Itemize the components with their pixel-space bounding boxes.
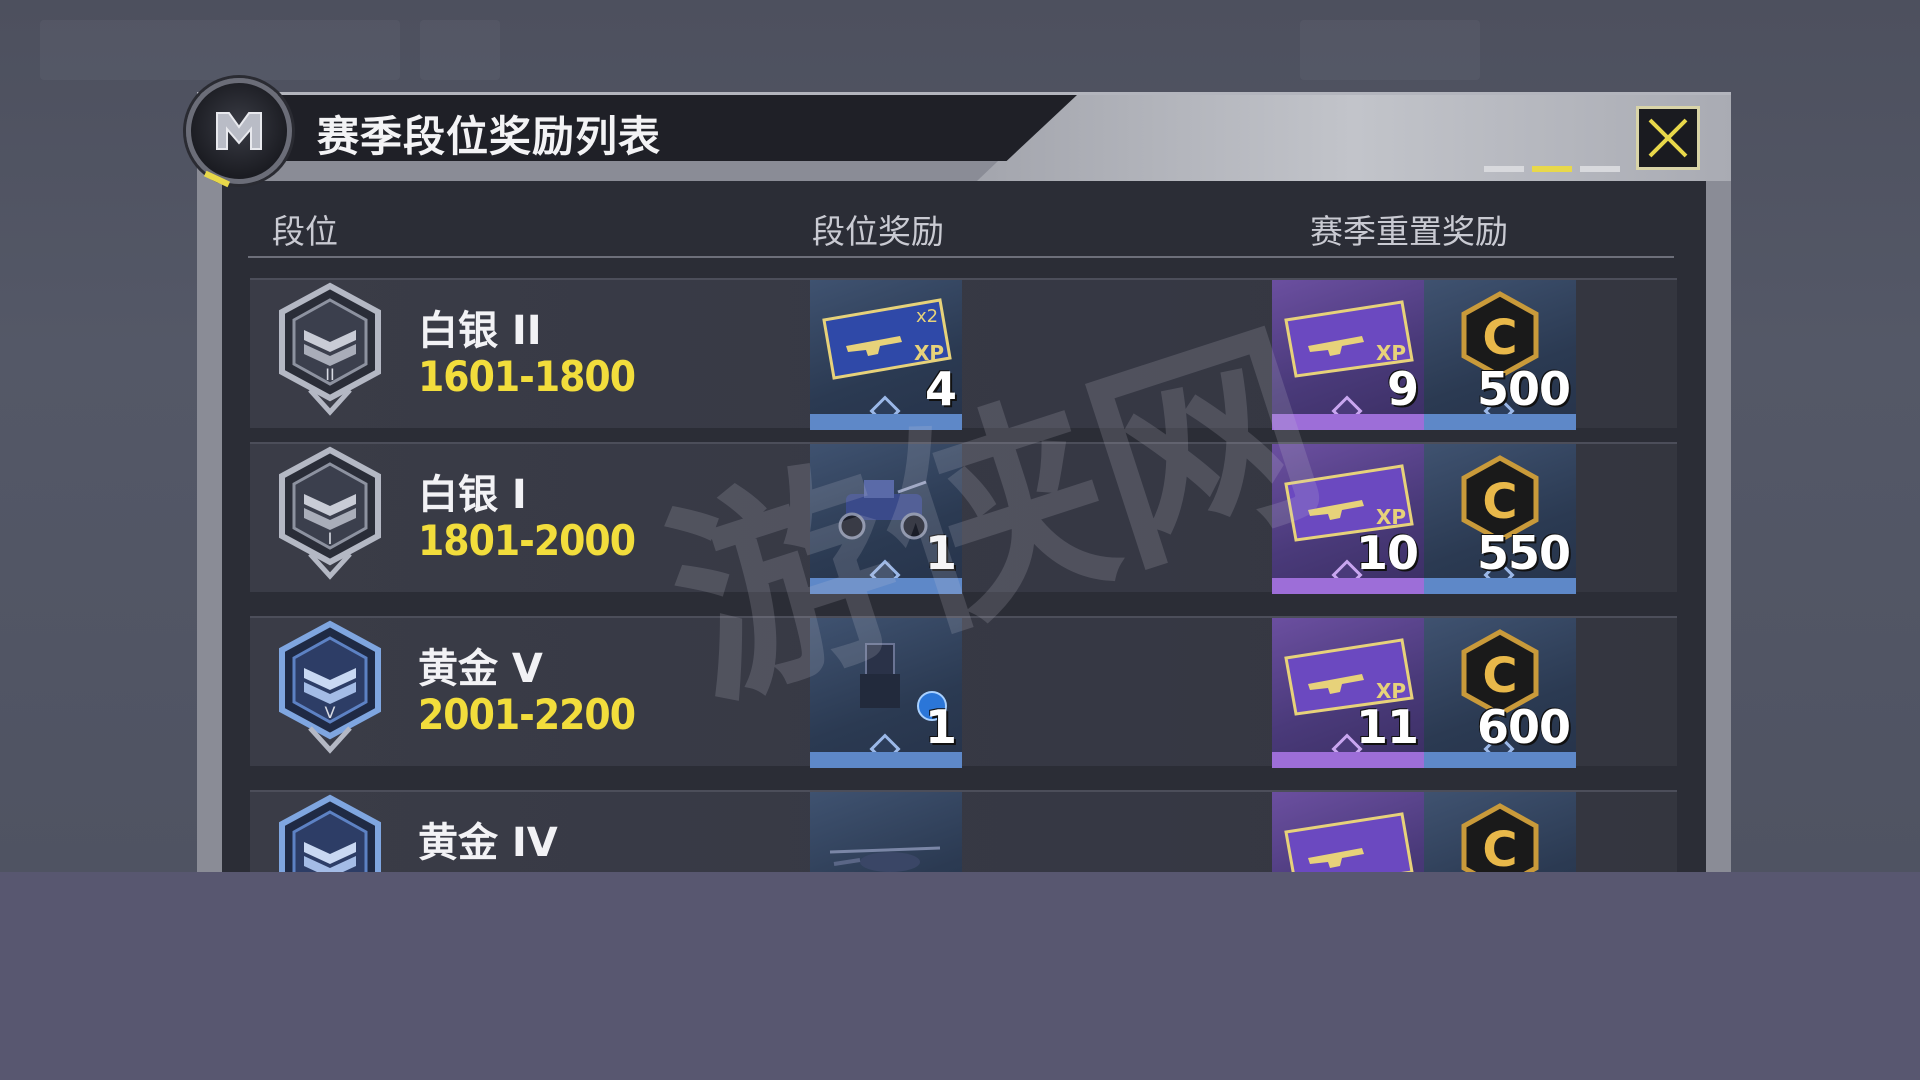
svg-text:x2: x2	[916, 306, 938, 327]
reward-tile-reset[interactable]	[1272, 792, 1424, 872]
gold-5-rank-badge-icon: V	[279, 620, 381, 754]
reward-tile-rank[interactable]	[810, 792, 962, 872]
gold-4-rank-badge-icon	[279, 794, 381, 872]
titlebar: 赛季段位奖励列表	[197, 95, 1077, 161]
rank-name: 黄金 IV	[418, 820, 558, 866]
rarity-stripe	[1272, 414, 1424, 430]
reward-tile-rank[interactable]: 1	[810, 618, 962, 768]
page-dot-active	[1532, 166, 1572, 172]
reward-tile-reset[interactable]: C 500	[1424, 280, 1576, 430]
rarity-stripe	[1424, 578, 1576, 594]
page-dot	[1580, 166, 1620, 172]
rarity-stripe	[810, 414, 962, 430]
rarity-stripe	[1424, 414, 1576, 430]
reward-tile-reset[interactable]: C 600	[1424, 618, 1576, 768]
table-row[interactable]: II 白银 II 1601-1800 XP x2 4 XP 9 C 500	[250, 278, 1677, 430]
reward-tile-reset[interactable]: XP 9	[1272, 280, 1424, 430]
reward-tile-reset[interactable]: XP 10	[1272, 444, 1424, 594]
table-row[interactable]: 黄金 IV C	[250, 790, 1677, 872]
dialog-title: 赛季段位奖励列表	[317, 112, 662, 161]
helicopter-skin-icon	[829, 846, 941, 872]
column-header-rank: 段位	[272, 212, 338, 251]
svg-text:C: C	[1482, 310, 1517, 366]
background-tab	[420, 20, 500, 80]
header-divider	[248, 256, 1674, 258]
reward-count: 600	[1476, 700, 1571, 754]
page-indicator	[1484, 166, 1620, 172]
svg-text:C: C	[1482, 822, 1517, 872]
rank-score-range: 2001-2200	[418, 690, 636, 739]
rank-score-range: 1801-2000	[418, 516, 636, 565]
reward-count: 1	[924, 700, 957, 754]
reward-count: 11	[1355, 700, 1419, 754]
svg-text:II: II	[325, 365, 334, 384]
rank-score-range: 1601-1800	[418, 352, 636, 401]
reward-count: 10	[1355, 526, 1419, 580]
rarity-stripe	[1424, 752, 1576, 768]
rarity-stripe	[810, 578, 962, 594]
reward-tile-rank[interactable]: 1	[810, 444, 962, 594]
svg-text:C: C	[1482, 474, 1517, 530]
rarity-stripe	[1272, 752, 1424, 768]
reward-count: 500	[1476, 362, 1571, 416]
silver-2-rank-badge-icon: II	[279, 282, 381, 416]
reward-count: 4	[924, 362, 957, 416]
bottom-backdrop	[0, 872, 1920, 1080]
rank-name: 白银 II	[418, 308, 542, 354]
table-row[interactable]: I 白银 I 1801-2000 1 XP 10 C 550	[250, 442, 1677, 594]
reward-tile-rank[interactable]: XP x2 4	[810, 280, 962, 430]
rarity-stripe	[1272, 578, 1424, 594]
rank-name: 白银 I	[418, 472, 527, 518]
reward-count: 550	[1476, 526, 1571, 580]
reward-count: 9	[1386, 362, 1419, 416]
rarity-stripe	[810, 752, 962, 768]
table-row[interactable]: V 黄金 V 2001-2200 1 XP 11 C 600	[250, 616, 1677, 768]
close-x-icon	[1648, 118, 1688, 158]
column-header-reset-reward: 赛季重置奖励	[1310, 212, 1508, 251]
background-tab	[40, 20, 400, 80]
close-button[interactable]	[1636, 106, 1700, 170]
column-header-rank-reward: 段位奖励	[812, 212, 944, 251]
game-m-logo-icon	[186, 78, 292, 184]
reward-tile-reset[interactable]: C 550	[1424, 444, 1576, 594]
background-tab	[1300, 20, 1480, 80]
svg-text:I: I	[328, 529, 333, 548]
svg-text:V: V	[325, 703, 336, 722]
weapon-xp-card-icon	[1284, 812, 1414, 872]
svg-text:C: C	[1482, 648, 1517, 704]
page-dot	[1484, 166, 1524, 172]
reward-tile-reset[interactable]: C	[1424, 792, 1576, 872]
silver-1-rank-badge-icon: I	[279, 446, 381, 580]
reward-tile-reset[interactable]: XP 11	[1272, 618, 1424, 768]
reward-count: 1	[924, 526, 957, 580]
rank-name: 黄金 V	[418, 646, 543, 692]
cod-credits-icon: C	[1461, 803, 1539, 872]
